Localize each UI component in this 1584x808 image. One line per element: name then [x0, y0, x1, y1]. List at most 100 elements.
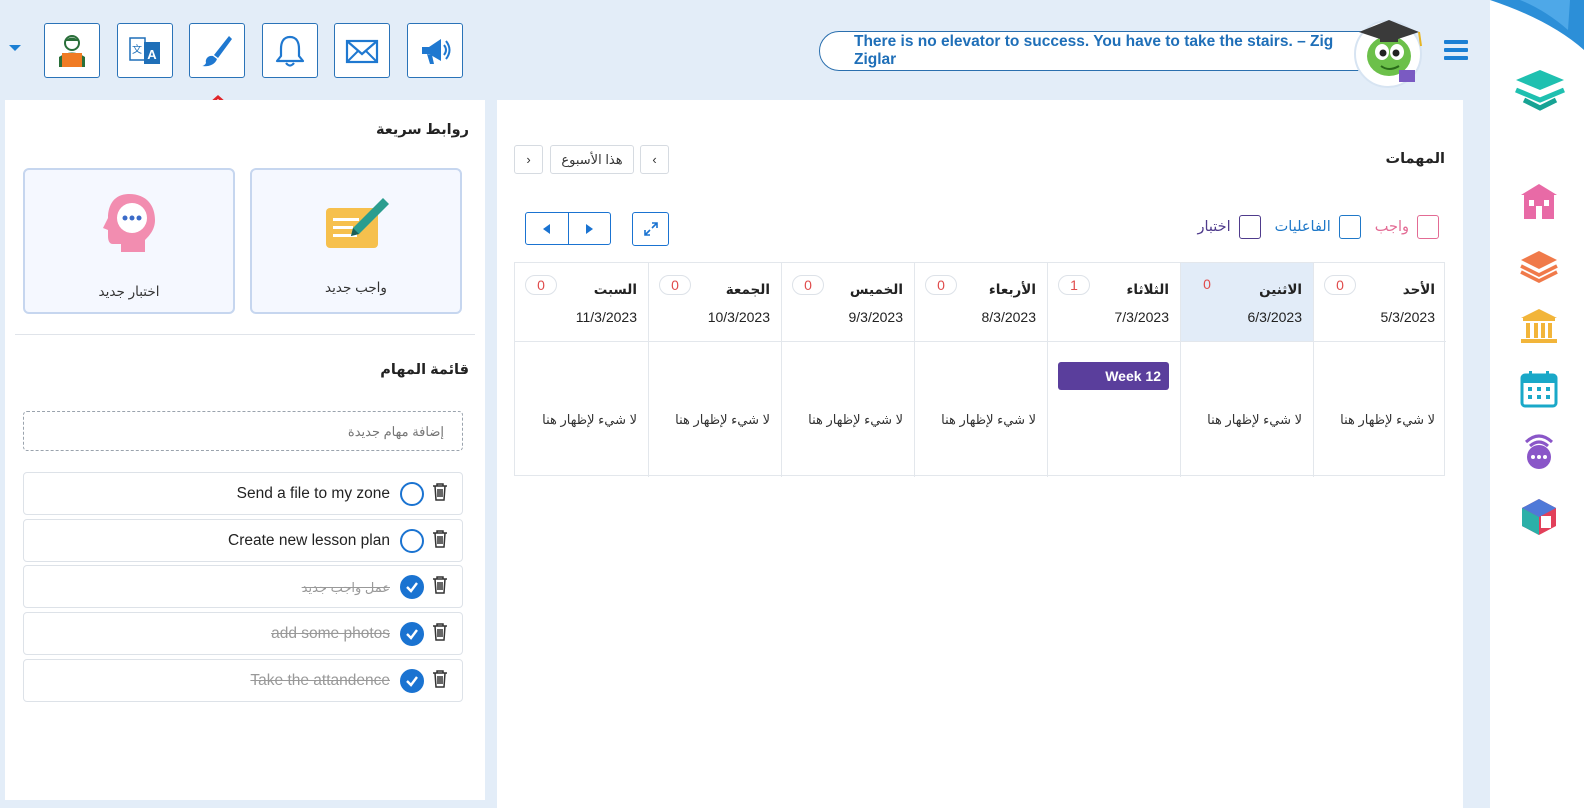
calendar-icon[interactable]: [1518, 368, 1560, 410]
expand-icon: [643, 222, 658, 236]
quick-links-title: روابط سريعة: [375, 122, 469, 138]
cube-app-icon[interactable]: [1518, 496, 1560, 538]
left-panel: روابط سريعة واجب جديد اختبار جديد قائمة …: [5, 100, 485, 800]
todo-item[interactable]: عمل واجب جديد: [23, 565, 463, 608]
dropdown-caret-icon[interactable]: [9, 45, 21, 51]
bell-icon: [275, 35, 305, 67]
day-column-sunday[interactable]: 0 الأحد 5/3/2023 لا شيء لإظهار هنا: [1313, 263, 1446, 477]
day-column-saturday[interactable]: 0 السبت 11/3/2023 لا شيء لإظهار هنا: [515, 263, 648, 477]
trash-icon[interactable]: [432, 483, 448, 501]
trash-icon[interactable]: [432, 530, 448, 548]
new-homework-card[interactable]: واجب جديد: [250, 168, 462, 314]
day-date: 9/3/2023: [848, 309, 904, 325]
notifications-button[interactable]: [262, 23, 318, 78]
trash-icon[interactable]: [432, 576, 448, 594]
this-week-label: هذا الأسبوع: [561, 151, 623, 167]
day-column-thursday[interactable]: 0 الخميس 9/3/2023 لا شيء لإظهار هنا: [781, 263, 914, 477]
week-calendar: 0 السبت 11/3/2023 لا شيء لإظهار هنا 0 ال…: [514, 262, 1446, 477]
chat-broadcast-icon[interactable]: [1518, 430, 1560, 472]
paint-brush-icon: [202, 35, 232, 66]
day-header: 0 الخميس 9/3/2023: [782, 263, 914, 342]
todo-item[interactable]: add some photos: [23, 612, 463, 655]
motivational-quote: There is no elevator to success. You hav…: [819, 31, 1379, 71]
filter-activities[interactable]: الفاعليات: [1275, 215, 1361, 239]
svg-text:A: A: [147, 47, 157, 62]
activities-checkbox[interactable]: [1338, 215, 1361, 239]
school-icon[interactable]: [1518, 180, 1560, 222]
day-header: 0 الأحد 5/3/2023: [1314, 263, 1446, 342]
day-task-count: 0: [525, 275, 557, 295]
new-quiz-card[interactable]: اختبار جديد: [23, 168, 235, 314]
tasks-panel: المهمات › هذا الأسبوع ‹ واجب الفاعليات ا…: [497, 100, 1463, 808]
institution-icon[interactable]: [1518, 305, 1560, 347]
homework-checkbox[interactable]: [1417, 215, 1439, 239]
todo-check-circle-icon[interactable]: [400, 482, 424, 506]
chevron-right-icon: ›: [526, 152, 531, 167]
day-column-friday[interactable]: 0 الجمعة 10/3/2023 لا شيء لإظهار هنا: [648, 263, 781, 477]
svg-text:文: 文: [132, 43, 142, 56]
filter-quiz-label: اختبار: [1197, 219, 1231, 235]
todo-item[interactable]: Create new lesson plan: [23, 519, 463, 562]
announcements-button[interactable]: [407, 23, 463, 78]
day-header: 0 الأربعاء 8/3/2023: [915, 263, 1047, 342]
todo-checked-icon[interactable]: [400, 622, 424, 646]
profile-button[interactable]: [44, 23, 100, 78]
todo-item[interactable]: Take the attandence: [23, 659, 463, 702]
top-bar: A 文 There is no elevator to success. You…: [0, 0, 1475, 145]
slide-prev-button[interactable]: [526, 213, 568, 244]
fullscreen-button[interactable]: [632, 212, 669, 246]
todo-checked-icon[interactable]: [400, 575, 424, 599]
day-column-monday[interactable]: 0 الاثنين 6/3/2023 لا شيء لإظهار هنا: [1180, 263, 1313, 477]
empty-day-message: لا شيء لإظهار هنا: [808, 412, 903, 427]
slide-next-button[interactable]: [567, 213, 611, 244]
todo-checked-icon[interactable]: [400, 669, 424, 693]
day-task-count: 0: [925, 275, 957, 295]
todo-item-text: Send a file to my zone: [236, 485, 390, 502]
messages-button[interactable]: [334, 23, 390, 78]
day-name: الأربعاء: [988, 282, 1036, 297]
todo-check-circle-icon[interactable]: [400, 529, 424, 553]
filter-quiz[interactable]: اختبار: [1197, 215, 1261, 239]
prev-week-button[interactable]: ‹: [640, 145, 669, 174]
quiz-checkbox[interactable]: [1238, 215, 1261, 239]
theme-button[interactable]: [189, 23, 245, 78]
day-column-tuesday[interactable]: 1 الثلاثاء 7/3/2023 Week 12: [1047, 263, 1180, 477]
layers-icon[interactable]: [1518, 244, 1560, 286]
new-task-input[interactable]: [23, 411, 463, 451]
profile-teacher-icon: [59, 34, 85, 67]
day-header: 0 الجمعة 10/3/2023: [649, 263, 781, 342]
filter-homework-label: واجب: [1374, 219, 1409, 235]
empty-day-message: لا شيء لإظهار هنا: [542, 412, 637, 427]
translate-icon: A 文: [129, 36, 160, 64]
trash-icon[interactable]: [432, 670, 448, 688]
calendar-event[interactable]: Week 12: [1058, 362, 1169, 390]
day-header: 1 الثلاثاء 7/3/2023: [1048, 263, 1180, 342]
translate-button[interactable]: A 文: [117, 23, 173, 78]
day-name: الأحد: [1402, 282, 1435, 297]
this-week-button[interactable]: هذا الأسبوع: [550, 145, 634, 174]
day-date: 7/3/2023: [1114, 309, 1170, 325]
filter-homework[interactable]: واجب: [1375, 215, 1439, 239]
empty-day-message: لا شيء لإظهار هنا: [1340, 412, 1435, 427]
day-date: 5/3/2023: [1380, 309, 1436, 325]
task-filters: واجب الفاعليات اختبار: [1183, 215, 1439, 239]
app-logo-icon[interactable]: [1512, 62, 1568, 118]
day-column-wednesday[interactable]: 0 الأربعاء 8/3/2023 لا شيء لإظهار هنا: [914, 263, 1047, 477]
todo-item-text: add some photos: [271, 625, 390, 642]
day-date: 8/3/2023: [981, 309, 1037, 325]
menu-toggle-icon[interactable]: [1444, 40, 1468, 60]
todo-item-text: عمل واجب جديد: [301, 580, 390, 595]
new-homework-label: واجب جديد: [325, 280, 387, 295]
new-quiz-label: اختبار جديد: [98, 284, 160, 299]
right-sidebar: [1490, 0, 1584, 808]
dino-mascot-icon: [1354, 20, 1422, 88]
todo-item[interactable]: Send a file to my zone: [23, 472, 463, 515]
day-header: 0 الاثنين 6/3/2023: [1181, 263, 1313, 342]
tasks-title: المهمات: [1385, 151, 1445, 167]
day-name: الخميس: [849, 282, 903, 297]
caret-right-icon: [586, 223, 594, 234]
day-task-count: 1: [1058, 275, 1090, 295]
next-week-button[interactable]: ›: [514, 145, 543, 174]
trash-icon[interactable]: [432, 623, 448, 641]
day-name: الاثنين: [1259, 282, 1302, 297]
